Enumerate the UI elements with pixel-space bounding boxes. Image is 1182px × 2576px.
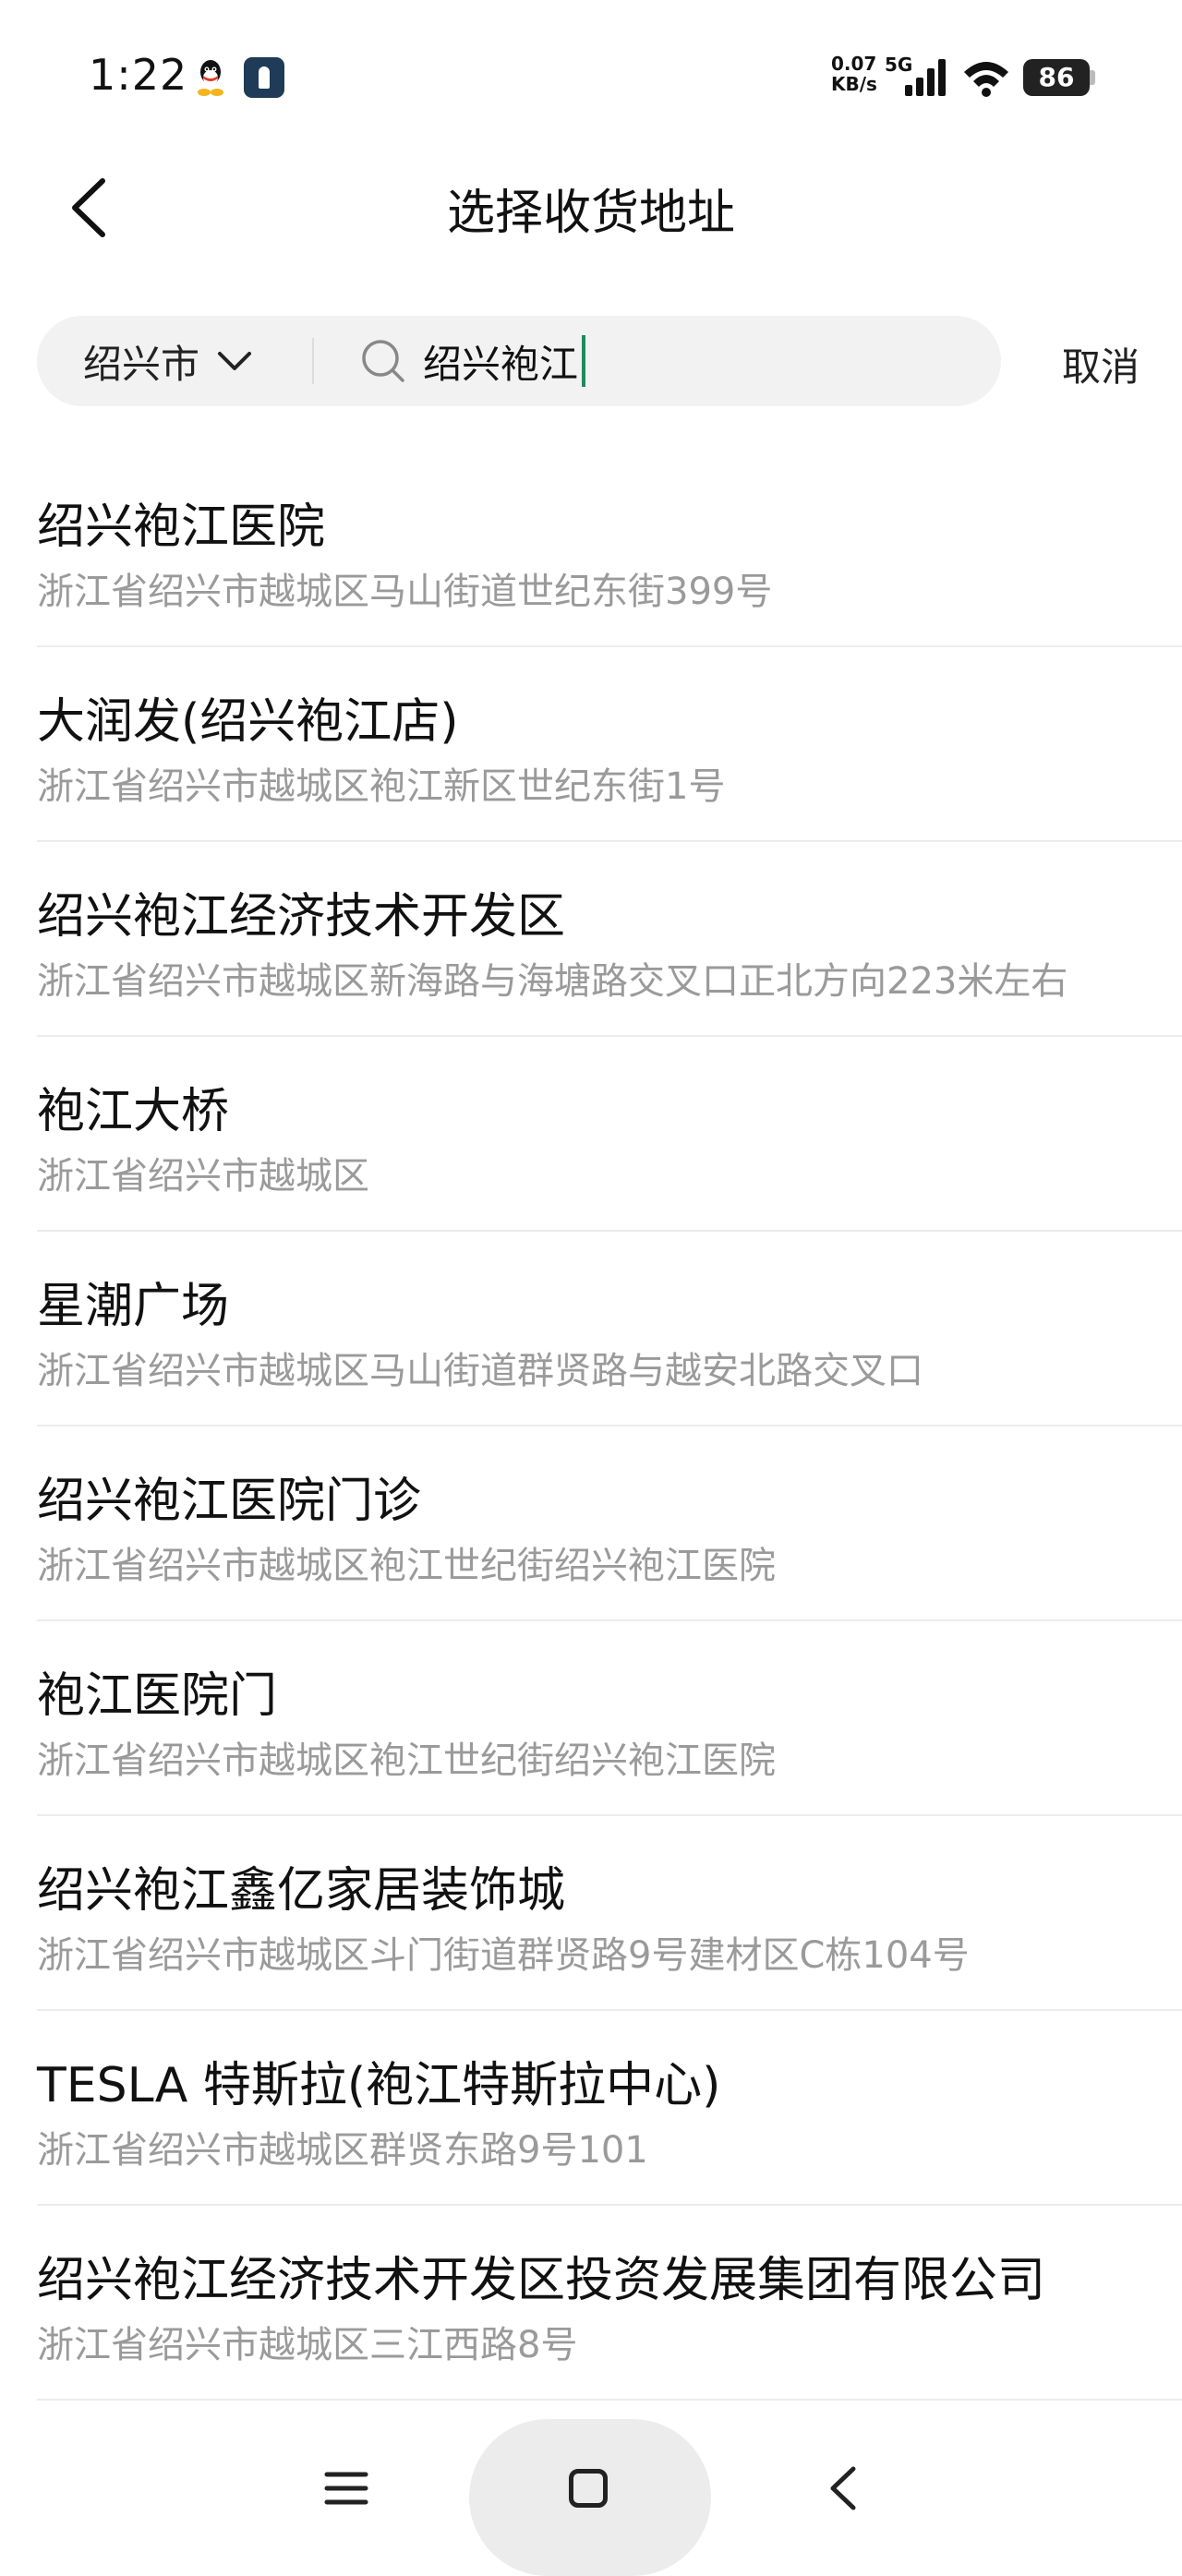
- header: 选择收货地址: [0, 148, 1182, 268]
- list-item-title: 大润发(绍兴袍江店): [37, 694, 459, 750]
- list-item-title: TESLA 特斯拉(袍江特斯拉中心): [37, 2058, 721, 2113]
- search-row: 绍兴市 绍兴袍江 取消: [0, 316, 1182, 408]
- list-item-address: 浙江省绍兴市越城区新海路与海塘路交叉口正北方向223米左右: [37, 960, 1068, 1003]
- battery-indicator: 86: [1023, 59, 1090, 96]
- list-item[interactable]: 绍兴袍江鑫亿家居装饰城 浙江省绍兴市越城区斗门街道群贤路9号建材区C栋104号: [37, 1816, 1182, 2011]
- list-item-address: 浙江省绍兴市越城区: [37, 1155, 369, 1198]
- list-item-address: 浙江省绍兴市越城区群贤东路9号101: [37, 2129, 648, 2172]
- signal-icon: [905, 59, 946, 96]
- net-speed-unit: KB/s: [831, 73, 877, 95]
- search-divider: [312, 338, 314, 384]
- search-value: 绍兴袍江: [423, 341, 579, 387]
- list-item-title: 绍兴袍江经济技术开发区投资发展集团有限公司: [37, 2253, 1046, 2308]
- list-item-address: 浙江省绍兴市越城区马山街道群贤路与越安北路交叉口: [37, 1350, 923, 1392]
- list-item-address: 浙江省绍兴市越城区马山街道世纪东街399号: [37, 571, 773, 613]
- net-speed: 0.07 KB/s: [831, 54, 890, 94]
- home-icon: [569, 2469, 608, 2508]
- list-item-title: 绍兴袍江医院门诊: [37, 1474, 422, 1529]
- page-title: 选择收货地址: [446, 186, 735, 241]
- battery-tip: [1090, 70, 1095, 85]
- search-box: 绍兴市 绍兴袍江: [37, 316, 1001, 406]
- text-caret: [582, 335, 586, 387]
- wifi-icon: [964, 62, 1008, 97]
- city-label: 绍兴市: [83, 341, 200, 387]
- list-item[interactable]: 袍江大桥 浙江省绍兴市越城区: [37, 1037, 1182, 1232]
- qq-icon: [198, 60, 223, 96]
- results-list: 绍兴袍江医院 浙江省绍兴市越城区马山街道世纪东街399号 大润发(绍兴袍江店) …: [0, 452, 1182, 2401]
- list-item[interactable]: 绍兴袍江医院门诊 浙江省绍兴市越城区袍江世纪街绍兴袍江医院: [37, 1426, 1182, 1621]
- list-item[interactable]: 绍兴袍江经济技术开发区 浙江省绍兴市越城区新海路与海塘路交叉口正北方向223米左…: [37, 842, 1182, 1037]
- list-item[interactable]: 大润发(绍兴袍江店) 浙江省绍兴市越城区袍江新区世纪东街1号: [37, 647, 1182, 842]
- list-item[interactable]: 星潮广场 浙江省绍兴市越城区马山街道群贤路与越安北路交叉口: [37, 1232, 1182, 1426]
- list-item-address: 浙江省绍兴市越城区三江西路8号: [37, 2324, 578, 2366]
- list-item-title: 绍兴袍江医院: [37, 500, 326, 555]
- status-time: 1:22: [89, 50, 188, 100]
- system-nav-bar: [0, 2410, 1182, 2576]
- menu-icon[interactable]: [314, 2456, 379, 2521]
- net-speed-value: 0.07: [831, 53, 877, 75]
- list-item-title: 绍兴袍江经济技术开发区: [37, 889, 566, 945]
- app-badge-icon: [244, 57, 284, 98]
- list-item-address: 浙江省绍兴市越城区袍江世纪街绍兴袍江医院: [37, 1739, 776, 1782]
- list-item-title: 袍江医院门: [37, 1668, 278, 1724]
- list-item[interactable]: 绍兴袍江医院 浙江省绍兴市越城区马山街道世纪东街399号: [37, 452, 1182, 647]
- cancel-button[interactable]: 取消: [1062, 336, 1140, 392]
- status-bar: 1:22 0.07 KB/s 5G 86: [0, 0, 1182, 138]
- back-nav-icon[interactable]: [813, 2456, 877, 2521]
- list-item-address: 浙江省绍兴市越城区袍江世纪街绍兴袍江医院: [37, 1545, 776, 1587]
- list-item-address: 浙江省绍兴市越城区斗门街道群贤路9号建材区C栋104号: [37, 1934, 970, 1977]
- search-icon: [362, 340, 404, 382]
- list-item[interactable]: 袍江医院门 浙江省绍兴市越城区袍江世纪街绍兴袍江医院: [37, 1621, 1182, 1816]
- list-item-address: 浙江省绍兴市越城区袍江新区世纪东街1号: [37, 765, 726, 808]
- home-button[interactable]: [469, 2419, 711, 2576]
- city-selector[interactable]: 绍兴市: [37, 316, 314, 406]
- list-item-title: 绍兴袍江鑫亿家居装饰城: [37, 1863, 566, 1919]
- search-input[interactable]: 绍兴袍江: [360, 316, 988, 406]
- chevron-down-icon: [218, 352, 252, 370]
- list-item[interactable]: TESLA 特斯拉(袍江特斯拉中心) 浙江省绍兴市越城区群贤东路9号101: [37, 2011, 1182, 2206]
- list-item[interactable]: 绍兴袍江经济技术开发区投资发展集团有限公司 浙江省绍兴市越城区三江西路8号: [37, 2206, 1182, 2401]
- list-item-title: 袍江大桥: [37, 1084, 230, 1139]
- list-item-title: 星潮广场: [37, 1279, 230, 1334]
